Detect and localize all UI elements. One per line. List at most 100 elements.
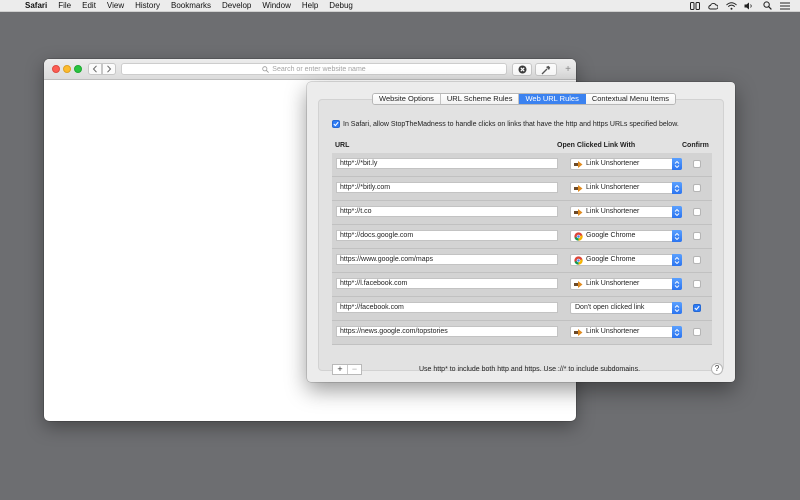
add-remove-segmented-control: + − (332, 364, 362, 375)
allow-handling-checkbox-row[interactable]: In Safari, allow StopTheMadness to handl… (332, 120, 679, 128)
menu-bookmarks[interactable]: Bookmarks (166, 0, 217, 12)
menu-window[interactable]: Window (257, 0, 296, 12)
table-row: http*://facebook.com Don't open clicked … (332, 297, 712, 321)
back-button[interactable] (88, 63, 102, 75)
wifi-icon[interactable] (722, 0, 740, 12)
table-row: http*://l.facebook.com Link Unshortener (332, 273, 712, 297)
confirm-checkbox[interactable] (693, 304, 701, 312)
confirm-checkbox[interactable] (693, 160, 701, 168)
menu-app-name[interactable]: Safari (22, 0, 53, 12)
checkmark-icon (694, 305, 700, 311)
arrow-icon (573, 207, 584, 217)
popup-stepper-icon (672, 158, 682, 170)
menu-view[interactable]: View (101, 0, 129, 12)
confirm-checkbox[interactable] (693, 184, 701, 192)
cloud-icon[interactable] (704, 0, 722, 12)
url-field[interactable]: http*://t.co (336, 206, 558, 217)
developer-tools-button[interactable] (535, 63, 557, 76)
tab-website-options[interactable]: Website Options (373, 94, 441, 104)
table-row: http*://*bitly.com Link Unshortener (332, 177, 712, 201)
table-row: http*://docs.google.com Google Chrome (332, 225, 712, 249)
url-field[interactable]: http*://facebook.com (336, 302, 558, 313)
arrow-icon (573, 183, 584, 193)
popup-stepper-icon (672, 302, 682, 314)
usage-hint: Use http* to include both http and https… (419, 366, 641, 373)
open-with-popup[interactable]: Link Unshortener (570, 326, 682, 338)
popup-stepper-icon (672, 206, 682, 218)
web-url-rules-group: In Safari, allow StopTheMadness to handl… (318, 99, 724, 375)
popup-stepper-icon (672, 278, 682, 290)
popup-stepper-icon (672, 326, 682, 338)
address-bar[interactable]: Search or enter website name (121, 63, 507, 75)
chevron-left-icon (92, 65, 97, 73)
url-field[interactable]: http*://*bitly.com (336, 182, 558, 193)
forward-button[interactable] (102, 63, 116, 75)
menubar: Safari File Edit View History Bookmarks … (0, 0, 800, 12)
confirm-checkbox[interactable] (693, 328, 701, 336)
menu-file[interactable]: File (53, 0, 77, 12)
open-with-popup[interactable]: Link Unshortener (570, 182, 682, 194)
remove-rule-button[interactable]: − (347, 365, 361, 374)
tab-contextual-menu-items[interactable]: Contextual Menu Items (585, 94, 675, 104)
open-with-popup[interactable]: Google Chrome (570, 254, 682, 266)
address-placeholder: Search or enter website name (272, 65, 366, 73)
popup-stepper-icon (672, 254, 682, 266)
search-icon (262, 65, 270, 73)
open-with-label: Google Chrome (586, 256, 636, 263)
open-with-popup[interactable]: Don't open clicked link (570, 302, 682, 314)
menu-develop[interactable]: Develop (217, 0, 257, 12)
confirm-checkbox[interactable] (693, 280, 701, 288)
volume-icon[interactable] (740, 0, 758, 12)
tab-url-scheme-rules[interactable]: URL Scheme Rules (440, 94, 520, 104)
spotlight-search-icon[interactable] (758, 0, 776, 12)
popup-stepper-icon (672, 230, 682, 242)
table-row: http*://*bit.ly Link Unshortener (332, 153, 712, 177)
confirm-checkbox[interactable] (693, 256, 701, 264)
confirm-checkbox[interactable] (693, 208, 701, 216)
column-header-url: URL (335, 142, 350, 149)
url-field[interactable]: http*://*bit.ly (336, 158, 558, 169)
menu-history[interactable]: History (130, 0, 166, 12)
open-with-popup[interactable]: Link Unshortener (570, 158, 682, 170)
table-row: https://news.google.com/topstories Link … (332, 321, 712, 345)
url-field[interactable]: http*://docs.google.com (336, 230, 558, 241)
window-close-button[interactable] (52, 65, 60, 73)
table-row: https://www.google.com/maps Google Chrom… (332, 249, 712, 273)
url-field[interactable]: http*://l.facebook.com (336, 278, 558, 289)
open-with-popup[interactable]: Link Unshortener (570, 206, 682, 218)
open-with-label: Link Unshortener (586, 160, 640, 167)
url-field[interactable]: https://news.google.com/topstories (336, 326, 558, 337)
popup-stepper-icon (672, 182, 682, 194)
column-header-open-with: Open Clicked Link With (557, 142, 636, 149)
arrow-icon (573, 279, 584, 289)
add-rule-button[interactable]: + (333, 365, 347, 374)
notification-center-icon[interactable] (776, 0, 794, 12)
allow-handling-checkbox[interactable] (332, 120, 340, 128)
stop-extension-icon (518, 65, 526, 74)
open-with-popup[interactable]: Link Unshortener (570, 278, 682, 290)
window-zoom-button[interactable] (74, 65, 82, 73)
extension-toolbar-button[interactable] (512, 63, 532, 76)
safari-toolbar: Search or enter website name + (44, 59, 576, 80)
rules-table: http*://*bit.ly Link Unshortener http*:/… (332, 153, 712, 345)
menu-debug[interactable]: Debug (324, 0, 359, 12)
status-area (686, 0, 800, 12)
help-button[interactable]: ? (711, 363, 723, 375)
menu-edit[interactable]: Edit (77, 0, 102, 12)
table-row: http*://t.co Link Unshortener (332, 201, 712, 225)
confirm-checkbox[interactable] (693, 232, 701, 240)
checkmark-icon (333, 121, 339, 127)
tab-web-url-rules[interactable]: Web URL Rules (519, 94, 586, 104)
open-with-popup[interactable]: Google Chrome (570, 230, 682, 242)
open-with-label: Link Unshortener (586, 184, 640, 191)
chevron-right-icon (107, 65, 112, 73)
menu-help[interactable]: Help (296, 0, 323, 12)
tab-bar: Website Options URL Scheme Rules Web URL… (372, 93, 676, 105)
stopthemadness-menubar-icon[interactable] (686, 0, 704, 12)
arrow-icon (573, 327, 584, 337)
window-minimize-button[interactable] (63, 65, 71, 73)
allow-handling-label: In Safari, allow StopTheMadness to handl… (343, 120, 679, 128)
new-tab-icon[interactable]: + (562, 64, 574, 76)
open-with-label: Link Unshortener (586, 328, 640, 335)
url-field[interactable]: https://www.google.com/maps (336, 254, 558, 265)
